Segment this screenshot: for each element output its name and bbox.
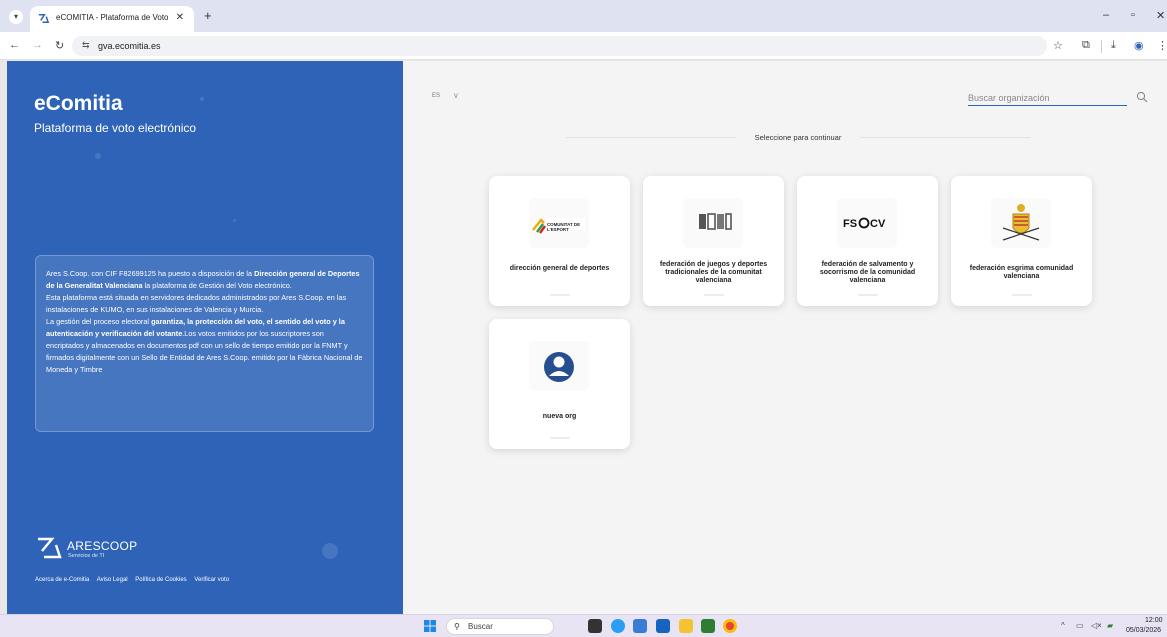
browser-tab[interactable]: eCOMITIA - Plataforma de Voto ✕ <box>30 6 194 32</box>
org-card-juegos-tradicionales[interactable]: federación de juegos y deportes tradicio… <box>643 176 784 306</box>
info-text: Ares S.Coop. con CIF F82699125 ha puesto… <box>46 269 255 278</box>
brand-title: eComitia <box>34 92 123 115</box>
tab-favicon <box>38 14 50 23</box>
search-icon[interactable] <box>1136 91 1148 103</box>
download-icon[interactable]: ⤓ <box>1111 39 1116 52</box>
app-icon[interactable] <box>701 619 715 633</box>
org-card-nueva-org[interactable]: nueva org <box>489 319 630 449</box>
info-text: Esta plataforma está situada en servidor… <box>46 293 347 314</box>
info-text: la plataforma de Gestión del Voto electr… <box>142 281 292 290</box>
logo-text: COMUNITAT DE L'ESPORT <box>547 222 581 232</box>
network-icon[interactable]: ▭ <box>1076 621 1084 630</box>
tab-search-icon[interactable]: ▾ <box>9 10 23 24</box>
os-taskbar: ⚲ Buscar ^ ▭ ◁× ▰ 12:00 05/03/2026 <box>0 614 1167 637</box>
arescoop-logo: ARESCOOP Servicios de TI <box>34 533 164 563</box>
file-explorer-icon[interactable] <box>679 619 693 633</box>
main-content: ES ∨ Seleccione para continuar COMUNITAT… <box>403 61 1167 614</box>
clock-time[interactable]: 12:00 <box>1145 617 1163 624</box>
search-icon: ⚲ <box>454 622 460 631</box>
close-window-icon[interactable]: ✕ <box>1156 9 1165 22</box>
new-tab-button[interactable]: + <box>204 8 212 23</box>
org-name: federación esgrima comunidad valenciana <box>969 265 1074 280</box>
decor-dot <box>233 219 236 222</box>
tab-title: eCOMITIA - Plataforma de Voto <box>56 13 168 22</box>
extensions-icon[interactable]: ⧉ <box>1082 39 1090 52</box>
org-name: federación de juegos y deportes tradicio… <box>659 261 768 284</box>
star-icon[interactable]: ☆ <box>1053 39 1063 52</box>
clock-date[interactable]: 05/03/2026 <box>1126 627 1161 634</box>
toolbar-divider <box>1101 40 1102 53</box>
arescoop-logo-mark <box>38 537 62 559</box>
select-prompt: Seleccione para continuar <box>754 133 842 142</box>
logo-name: ARESCOOP <box>67 539 138 553</box>
forward-icon[interactable]: → <box>32 39 43 51</box>
esgrima-shield-logo <box>991 198 1051 248</box>
browser-tab-bar: ▾ eCOMITIA - Plataforma de Voto ✕ + – ▫ … <box>0 0 1167 32</box>
fsscv-logo: FS CV <box>837 198 897 248</box>
svg-text:FS: FS <box>843 218 857 230</box>
reload-icon[interactable]: ↻ <box>55 39 64 52</box>
footer-link-legal[interactable]: Aviso Legal <box>97 577 128 583</box>
edge-icon[interactable] <box>611 619 625 633</box>
card-underline <box>858 294 878 296</box>
address-bar[interactable]: ⇆ gva.ecomitia.es <box>72 36 1047 56</box>
card-underline <box>704 294 724 296</box>
org-name: federación de salvamento y socorrismo de… <box>819 261 916 284</box>
minimize-icon[interactable]: – <box>1103 9 1109 21</box>
language-selector[interactable]: ES <box>432 93 440 99</box>
task-view-icon[interactable] <box>588 619 602 633</box>
brand-subtitle: Plataforma de voto electrónico <box>34 121 197 135</box>
card-underline <box>550 437 570 439</box>
org-name: nueva org <box>542 413 577 420</box>
maximize-icon[interactable]: ▫ <box>1131 9 1135 21</box>
user-avatar-icon <box>529 341 589 391</box>
profile-icon[interactable]: ◉ <box>1134 39 1144 52</box>
footer-links: Acerca de e-Comitia Aviso Legal Política… <box>35 577 235 583</box>
footer-link-cookies[interactable]: Política de Cookies <box>135 577 186 583</box>
divider-line <box>566 137 736 138</box>
windows-start-icon[interactable] <box>424 620 436 632</box>
fjdt-logo <box>683 198 743 248</box>
tray-chevron-icon[interactable]: ^ <box>1061 621 1065 630</box>
left-info-panel: eComitia Plataforma de voto electrónico … <box>7 61 403 614</box>
card-underline <box>1012 294 1032 296</box>
url-text: gva.ecomitia.es <box>98 41 161 51</box>
info-text: La gestión del proceso electoral <box>46 317 152 326</box>
browser-toolbar: ← → ↻ ⇆ gva.ecomitia.es ☆ ⧉ ⤓ ◉ ⋮ <box>0 32 1167 60</box>
footer-link-verify[interactable]: Verificar voto <box>194 577 229 583</box>
info-box: Ares S.Coop. con CIF F82699125 ha puesto… <box>35 255 374 432</box>
volume-icon[interactable]: ◁× <box>1091 621 1102 630</box>
org-card-salvamento-socorrismo[interactable]: FS CV federación de salvamento y socorri… <box>797 176 938 306</box>
org-card-esgrima[interactable]: federación esgrima comunidad valenciana <box>951 176 1092 306</box>
footer-link-about[interactable]: Acerca de e-Comitia <box>35 577 89 583</box>
back-icon[interactable]: ← <box>9 39 20 51</box>
taskbar-search-label: Buscar <box>468 622 493 631</box>
decor-dot <box>322 543 338 559</box>
tab-close-icon[interactable]: ✕ <box>176 12 184 23</box>
search-field <box>968 88 1127 107</box>
divider-line <box>860 137 1030 138</box>
card-underline <box>550 294 570 296</box>
decor-dot <box>95 153 101 159</box>
site-info-icon[interactable]: ⇆ <box>82 40 90 51</box>
chrome-icon[interactable] <box>723 619 737 633</box>
decor-dot <box>200 97 204 101</box>
chevron-down-icon[interactable]: ∨ <box>453 91 459 100</box>
outlook-icon[interactable] <box>656 619 670 633</box>
svg-text:CV: CV <box>870 218 886 230</box>
menu-icon[interactable]: ⋮ <box>1157 39 1167 52</box>
taskbar-search[interactable]: ⚲ Buscar <box>446 618 554 635</box>
org-card-direccion-general-deportes[interactable]: COMUNITAT DE L'ESPORT dirección general … <box>489 176 630 306</box>
battery-icon[interactable]: ▰ <box>1107 621 1113 630</box>
store-icon[interactable] <box>633 619 647 633</box>
logo-tagline: Servicios de TI <box>68 553 105 559</box>
org-name: dirección general de deportes <box>509 265 610 272</box>
search-input[interactable] <box>968 89 1127 107</box>
